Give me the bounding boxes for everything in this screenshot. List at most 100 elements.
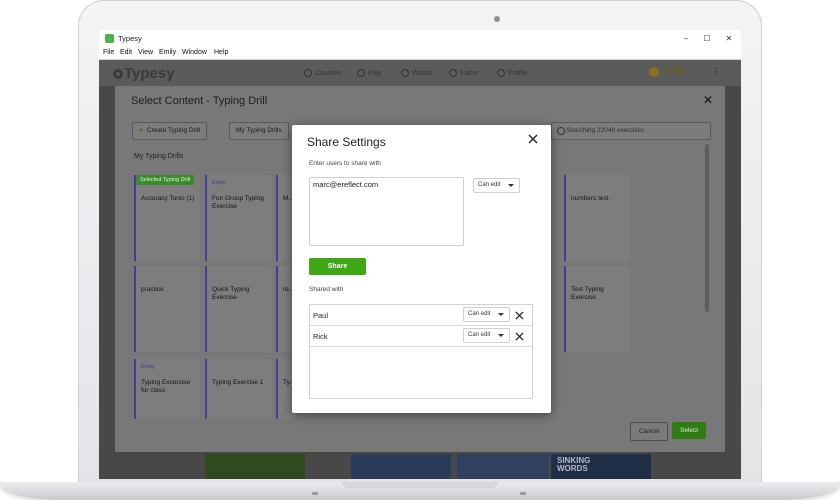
search-icon	[557, 127, 565, 135]
window-title: Typesy	[118, 34, 142, 43]
nav-fame[interactable]: Fame	[449, 69, 478, 77]
drill-card-title: Accuracy Tonic (1)	[141, 195, 195, 202]
modal-title: Select Content - Typing Drill	[131, 95, 268, 107]
drill-card-title: Text Typing Exercise	[571, 286, 604, 301]
dialog-title: Share Settings	[307, 135, 386, 149]
laptop-notch	[342, 482, 498, 488]
drill-card-title: Typing Excercise for class	[141, 379, 191, 394]
maximize-button[interactable]: ☐	[700, 32, 714, 45]
menu-emily[interactable]: Emily	[159, 49, 176, 56]
nav-profile[interactable]: Profile	[497, 69, 528, 77]
shared-user-row: Paul Can edit	[310, 305, 532, 326]
menu-help[interactable]: Help	[214, 49, 228, 56]
close-window-button[interactable]: ✕	[722, 32, 736, 45]
game-tile[interactable]	[205, 454, 305, 479]
chevron-down-icon	[498, 334, 504, 337]
brand-ring-icon	[113, 69, 123, 80]
drill-card-title: numbers test	[571, 195, 609, 202]
permission-dropdown[interactable]: Can edit	[473, 178, 520, 193]
game-tile[interactable]	[457, 454, 549, 479]
menu-file[interactable]: File	[103, 49, 114, 56]
drill-card-title: practice	[141, 286, 164, 293]
user-permission-dropdown[interactable]: Can edit	[463, 328, 510, 343]
coin-count: 9,490	[663, 66, 686, 76]
more-menu-icon[interactable]: ⋮	[711, 67, 721, 78]
app-header: Typesy Courses Play Words Fame Profile 9…	[99, 60, 741, 86]
nav-courses[interactable]: Courses	[304, 69, 341, 77]
game-tile[interactable]	[351, 454, 451, 479]
enter-users-label: Enter users to share with	[309, 160, 381, 167]
remove-user-icon[interactable]	[515, 332, 524, 341]
nav-profile-label: Profile	[508, 69, 528, 77]
cancel-button[interactable]: Cancel	[630, 422, 669, 441]
selected-badge: Selected Typing Drill	[136, 175, 195, 185]
drill-card[interactable]: numbers test	[564, 175, 630, 261]
permission-value: Can edit	[468, 332, 491, 338]
shared-users-list: Paul Can edit Rick Can edit	[309, 304, 533, 399]
star-icon	[449, 69, 457, 77]
user-permission-dropdown[interactable]: Can edit	[463, 307, 510, 322]
drill-card[interactable]: Emily Typing Excercise for class	[134, 359, 200, 419]
shared-with-label: Shared with	[309, 286, 344, 293]
search-placeholder: Searching 22049 exercises	[566, 127, 645, 134]
close-icon[interactable]	[528, 134, 538, 144]
permission-value: Can edit	[468, 311, 491, 317]
permission-value: Can edit	[478, 182, 501, 188]
coin-balance: 9,490	[649, 66, 686, 77]
nav-words-label: Words	[412, 69, 433, 77]
brand-name: Typesy	[124, 65, 175, 82]
remove-user-icon[interactable]	[515, 311, 524, 320]
nav-courses-label: Courses	[315, 69, 342, 77]
section-title: My Typing Drills	[134, 153, 184, 160]
my-typing-drills-button[interactable]: My Typing Drills	[229, 122, 289, 140]
window-titlebar: Typesy – ☐ ✕	[99, 30, 741, 49]
coin-icon	[649, 66, 659, 77]
chevron-down-icon	[498, 313, 504, 316]
create-label: Create Typing Drill	[146, 127, 201, 134]
hinge-mark-right	[520, 492, 526, 495]
game-tile-title: SINKING WORDS	[557, 456, 591, 473]
hinge-mark-left	[312, 492, 318, 495]
search-input[interactable]: Searching 22049 exercises	[551, 122, 711, 140]
game-tiles-strip: SINKING WORDS	[205, 454, 655, 479]
menu-window[interactable]: Window	[182, 49, 207, 56]
shared-user-name: Rick	[313, 332, 328, 341]
select-button[interactable]: Select	[672, 422, 707, 439]
menu-view[interactable]: View	[138, 49, 153, 56]
shared-user-row: Rick Can edit	[310, 326, 532, 347]
drill-card[interactable]: Text Typing Exercise	[564, 266, 630, 352]
nav-play-label: Play	[368, 69, 382, 77]
drill-card[interactable]: Selected Typing Drill Accuracy Tonic (1)	[134, 175, 200, 261]
create-typing-drill-button[interactable]: + Create Typing Drill	[132, 122, 208, 140]
drill-card[interactable]: practice	[134, 266, 200, 352]
menu-bar: File Edit View Emily Window Help	[99, 48, 741, 60]
drill-card[interactable]: Typing Exercise 1	[205, 359, 271, 419]
plus-icon: +	[139, 127, 143, 134]
share-settings-dialog: Share Settings Enter users to share with…	[292, 125, 551, 413]
webcam	[494, 16, 500, 22]
words-icon	[401, 69, 409, 77]
drill-card[interactable]: Quick Typing Exercise	[205, 266, 271, 352]
typesy-logo-icon	[105, 34, 114, 43]
drill-card-title: Quick Typing Exercise	[212, 286, 250, 301]
share-button[interactable]: Share	[309, 258, 366, 275]
menu-edit[interactable]: Edit	[120, 49, 132, 56]
drill-card-owner: Emily	[212, 180, 226, 186]
game-tile[interactable]: SINKING WORDS	[551, 454, 651, 479]
drill-card-owner: Emily	[141, 364, 155, 370]
close-icon[interactable]: ✕	[703, 93, 713, 107]
brand-logo[interactable]: Typesy	[113, 65, 175, 82]
courses-icon	[304, 69, 312, 77]
play-icon	[357, 69, 365, 77]
drill-card-title: Typing Exercise 1	[212, 379, 264, 386]
share-users-input[interactable]: marc@ereflect.com	[309, 177, 464, 246]
minimize-button[interactable]: –	[679, 32, 693, 45]
scrollbar[interactable]	[705, 144, 709, 312]
chevron-down-icon	[508, 184, 514, 187]
nav-fame-label: Fame	[460, 69, 478, 77]
avatar-icon	[497, 69, 505, 77]
shared-user-name: Paul	[313, 311, 329, 320]
nav-words[interactable]: Words	[401, 69, 432, 77]
drill-card[interactable]: Emily Fun Group Typing Exercise	[205, 175, 271, 261]
nav-play[interactable]: Play	[357, 69, 382, 77]
